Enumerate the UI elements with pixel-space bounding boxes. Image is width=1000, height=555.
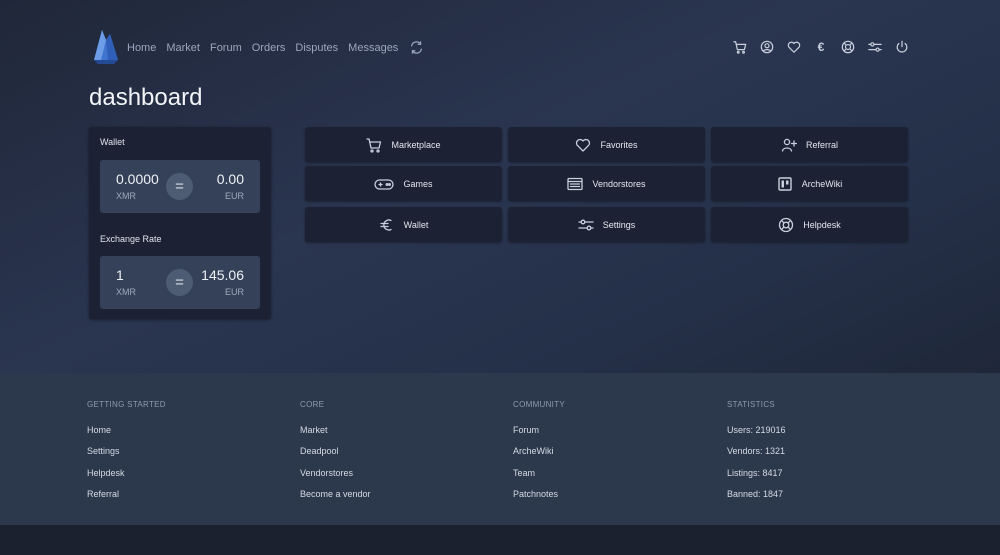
rate-xmr-unit: XMR bbox=[116, 287, 136, 297]
cart-icon[interactable] bbox=[733, 40, 747, 54]
user-icon[interactable] bbox=[760, 40, 774, 54]
nav-home[interactable]: Home bbox=[127, 42, 156, 54]
page-title: dashboard bbox=[89, 84, 203, 111]
wallet-eur-value: 0.00 bbox=[216, 171, 244, 187]
footer-link-become-vendor[interactable]: Become a vendor bbox=[300, 489, 371, 510]
settings-label: Settings bbox=[602, 219, 636, 230]
footer-link-helpdesk[interactable]: Helpdesk bbox=[87, 468, 166, 489]
footer-col-community: COMMUNITY Forum ArcheWiki Team Patchnote… bbox=[513, 400, 565, 510]
wallet-card: Wallet 0.0000 XMR = 0.00 EUR Exchange Ra… bbox=[89, 127, 271, 319]
footer-link-referral[interactable]: Referral bbox=[87, 489, 166, 510]
wallet-label: Wallet bbox=[403, 219, 429, 230]
games-label: Games bbox=[403, 178, 433, 189]
nav-orders[interactable]: Orders bbox=[252, 42, 286, 54]
settings-button[interactable]: Settings bbox=[508, 207, 705, 242]
footer-link-market[interactable]: Market bbox=[300, 425, 371, 446]
site-logo[interactable] bbox=[92, 26, 120, 64]
archewiki-button[interactable]: ArcheWiki bbox=[711, 166, 908, 201]
footer-heading: GETTING STARTED bbox=[87, 400, 166, 409]
euro-icon bbox=[379, 217, 395, 233]
refresh-icon[interactable] bbox=[410, 41, 423, 54]
footer-heading: STATISTICS bbox=[727, 400, 776, 409]
store-list-icon bbox=[567, 176, 584, 192]
exchange-rate-label: Exchange Rate bbox=[100, 234, 162, 244]
footer-col-getting-started: GETTING STARTED Home Settings Helpdesk R… bbox=[87, 400, 166, 510]
bottom-bar bbox=[0, 525, 1000, 555]
cart-icon bbox=[366, 137, 382, 153]
wiki-icon bbox=[777, 176, 793, 192]
stat-banned: Banned: 1847 bbox=[727, 488, 784, 499]
footer-link-deadpool[interactable]: Deadpool bbox=[300, 446, 371, 467]
marketplace-label: Marketplace bbox=[391, 139, 441, 150]
euro-symbol: € bbox=[817, 40, 825, 54]
heart-icon[interactable] bbox=[787, 40, 801, 54]
power-icon[interactable] bbox=[895, 40, 909, 54]
footer-link-archewiki[interactable]: ArcheWiki bbox=[513, 446, 565, 467]
nav-market[interactable]: Market bbox=[166, 42, 200, 54]
top-navbar: Home Market Forum Orders Disputes Messag… bbox=[89, 26, 909, 66]
footer-col-statistics: STATISTICS Users: 219016 Vendors: 1321 L… bbox=[727, 400, 786, 510]
lifebuoy-icon[interactable] bbox=[841, 40, 855, 54]
wallet-xmr-unit: XMR bbox=[116, 191, 136, 201]
nav-icons: € bbox=[720, 40, 909, 54]
stat-users: Users: 219016 bbox=[727, 425, 786, 435]
footer-link-patchnotes[interactable]: Patchnotes bbox=[513, 489, 565, 510]
footer-link-settings[interactable]: Settings bbox=[87, 446, 166, 467]
exchange-rate-box: 1 XMR = 145.06 EUR bbox=[100, 256, 260, 309]
stat-vendors: Vendors: 1321 bbox=[727, 446, 786, 457]
archewiki-label: ArcheWiki bbox=[801, 178, 843, 189]
footer-heading: CORE bbox=[300, 400, 325, 409]
favorites-label: Favorites bbox=[600, 139, 638, 150]
gamepad-icon bbox=[374, 176, 395, 192]
games-button[interactable]: Games bbox=[305, 166, 502, 201]
add-user-icon bbox=[781, 137, 797, 153]
sliders-icon bbox=[578, 217, 594, 233]
nav-forum[interactable]: Forum bbox=[210, 42, 242, 54]
equals-icon: = bbox=[166, 269, 193, 296]
rate-eur-unit: EUR bbox=[224, 287, 244, 297]
footer-col-core: CORE Market Deadpool Vendorstores Become… bbox=[300, 400, 371, 510]
wallet-balance-box: 0.0000 XMR = 0.00 EUR bbox=[100, 160, 260, 213]
nav-links: Home Market Forum Orders Disputes Messag… bbox=[127, 41, 423, 54]
wallet-button[interactable]: Wallet bbox=[305, 207, 502, 242]
referral-button[interactable]: Referral bbox=[711, 127, 908, 162]
vendorstores-button[interactable]: Vendorstores bbox=[508, 166, 705, 201]
sliders-icon[interactable] bbox=[868, 40, 882, 54]
wallet-label: Wallet bbox=[100, 137, 125, 147]
euro-icon[interactable]: € bbox=[814, 40, 828, 54]
vendorstores-label: Vendorstores bbox=[592, 178, 646, 189]
lifebuoy-icon bbox=[778, 217, 794, 233]
footer-link-team[interactable]: Team bbox=[513, 468, 565, 489]
nav-disputes[interactable]: Disputes bbox=[295, 42, 338, 54]
helpdesk-label: Helpdesk bbox=[803, 219, 841, 230]
equals-icon: = bbox=[166, 173, 193, 200]
wallet-eur-unit: EUR bbox=[224, 191, 244, 201]
marketplace-button[interactable]: Marketplace bbox=[305, 127, 502, 162]
rate-eur-value: 145.06 bbox=[201, 267, 244, 283]
footer-link-home[interactable]: Home bbox=[87, 425, 166, 446]
footer-link-forum[interactable]: Forum bbox=[513, 425, 565, 446]
helpdesk-button[interactable]: Helpdesk bbox=[711, 207, 908, 242]
footer: GETTING STARTED Home Settings Helpdesk R… bbox=[0, 373, 1000, 525]
nav-messages[interactable]: Messages bbox=[348, 42, 398, 54]
heart-icon bbox=[575, 137, 591, 153]
footer-heading: COMMUNITY bbox=[513, 400, 566, 409]
stat-listings: Listings: 8417 bbox=[727, 467, 783, 478]
referral-label: Referral bbox=[805, 139, 838, 150]
wallet-xmr-value: 0.0000 bbox=[116, 171, 159, 187]
favorites-button[interactable]: Favorites bbox=[508, 127, 705, 162]
footer-link-vendorstores[interactable]: Vendorstores bbox=[300, 468, 371, 489]
rate-xmr-value: 1 bbox=[116, 267, 124, 283]
